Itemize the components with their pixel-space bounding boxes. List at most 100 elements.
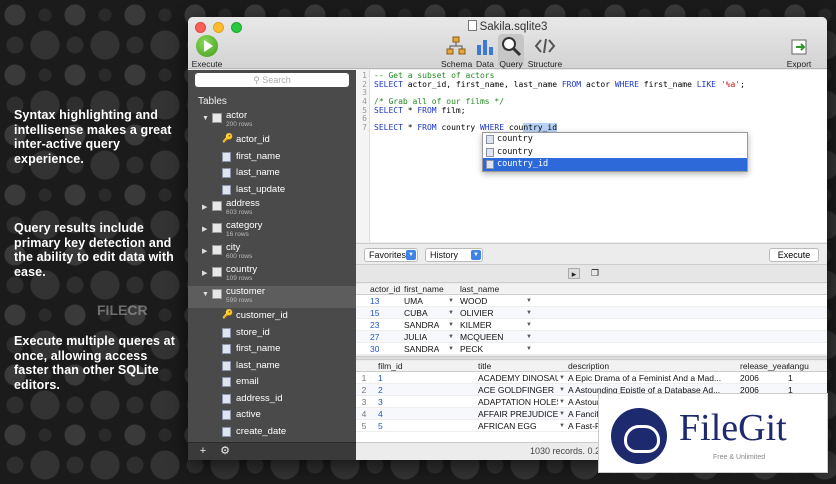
chevron-down-icon[interactable]: ▼ (448, 331, 454, 343)
table-cell[interactable]: 1 (788, 372, 818, 384)
table-cell[interactable]: 27 (370, 331, 379, 343)
table-cell[interactable]: 5 (378, 420, 468, 432)
code-line[interactable]: SELECT * FROM film; (374, 106, 745, 116)
chevron-down-icon[interactable]: ▼ (526, 331, 532, 343)
table-row[interactable]: 27 JULIA MCQUEEN ▼ ▼ (356, 331, 827, 343)
sql-code[interactable]: -- Get a subset of actors SELECT actor_id… (374, 70, 745, 133)
table-cell[interactable]: 23 (370, 319, 379, 331)
table-row[interactable]: 23 SANDRA KILMER ▼ ▼ (356, 319, 827, 331)
structure-toolbar-button[interactable]: Structure (526, 35, 564, 69)
column-item-last_name[interactable]: last_name (188, 358, 356, 375)
copy-icon[interactable]: ❐ (589, 268, 601, 279)
sidebar-search-input[interactable]: ⚲ Search (195, 73, 349, 87)
results-splitter[interactable] (356, 356, 827, 360)
add-table-button[interactable]: + (194, 445, 212, 458)
table-cell[interactable]: ADAPTATION HOLES (478, 396, 558, 408)
table-cell[interactable]: KILMER (460, 319, 492, 331)
run-icon[interactable]: ▸ (568, 268, 580, 279)
chevron-down-icon[interactable]: ▼ (559, 408, 565, 420)
disclosure-open-icon[interactable]: ▼ (202, 291, 209, 298)
sql-editor[interactable]: 1234567 -- Get a subset of actors SELECT … (356, 70, 827, 242)
table-cell[interactable]: 2 (378, 384, 468, 396)
schema-toolbar-button[interactable]: Schema (441, 35, 472, 69)
table-cell[interactable]: JULIA (404, 331, 427, 343)
gear-icon[interactable]: ⚙ (216, 445, 234, 458)
table-cell[interactable]: WOOD (460, 295, 487, 307)
column-header[interactable]: first_name (404, 284, 444, 295)
table-item-city[interactable]: ▶ city 600 rows (188, 242, 356, 264)
export-toolbar-button[interactable]: Export (784, 35, 814, 69)
column-header[interactable]: actor_id (370, 284, 400, 295)
column-header[interactable]: title (478, 361, 491, 372)
table-cell[interactable]: PECK (460, 343, 483, 355)
column-item-active[interactable]: active (188, 407, 356, 424)
chevron-down-icon[interactable]: ▼ (526, 319, 532, 331)
chevron-down-icon[interactable]: ▼ (559, 420, 565, 432)
column-item-customer_id[interactable]: 🔑 customer_id (188, 308, 356, 325)
table-cell[interactable]: 2006 (740, 372, 784, 384)
favorites-dropdown[interactable]: Favorites ▼ (364, 248, 418, 262)
chevron-down-icon[interactable]: ▼ (526, 343, 532, 355)
column-item-first_name[interactable]: first_name (188, 149, 356, 166)
autocomplete-item[interactable]: country (483, 146, 747, 159)
table-cell[interactable]: OLIVIER (460, 307, 494, 319)
table-item-category[interactable]: ▶ category 16 rows (188, 220, 356, 242)
data-toolbar-button[interactable]: Data (474, 35, 496, 69)
table-cell[interactable]: ACADEMY DINOSAUR (478, 372, 558, 384)
table-item-country[interactable]: ▶ country 109 rows (188, 264, 356, 286)
column-item-create_date[interactable]: create_date (188, 424, 356, 441)
table-cell[interactable]: AFRICAN EGG (478, 420, 558, 432)
table-item-address[interactable]: ▶ address 603 rows (188, 198, 356, 220)
table-cell[interactable]: 4 (378, 408, 468, 420)
table-cell[interactable]: CUBA (404, 307, 428, 319)
chevron-down-icon[interactable]: ▼ (526, 307, 532, 319)
column-header[interactable]: last_name (460, 284, 499, 295)
disclosure-closed-icon[interactable]: ▶ (202, 269, 207, 277)
table-cell[interactable]: SANDRA (404, 343, 439, 355)
table-cell[interactable]: 3 (378, 396, 468, 408)
table-row[interactable]: 15 CUBA OLIVIER ▼ ▼ (356, 307, 827, 319)
table-row[interactable]: 30 SANDRA PECK ▼ ▼ (356, 343, 827, 355)
table-cell[interactable]: 13 (370, 295, 379, 307)
column-item-address_id[interactable]: address_id (188, 391, 356, 408)
history-dropdown[interactable]: History ▼ (425, 248, 483, 262)
autocomplete-item-selected[interactable]: country_id (483, 158, 747, 171)
table-cell[interactable]: 15 (370, 307, 379, 319)
table-cell[interactable]: MCQUEEN (460, 331, 503, 343)
table-row[interactable]: 1 1 ACADEMY DINOSAUR A Epic Drama of a Femi… (356, 372, 827, 384)
query-toolbar-button[interactable]: Query (498, 34, 524, 69)
column-item-store_id[interactable]: store_id (188, 325, 356, 342)
disclosure-closed-icon[interactable]: ▶ (202, 203, 207, 211)
code-line[interactable]: SELECT actor_id, first_name, last_name F… (374, 80, 745, 90)
execute-toolbar-button[interactable]: Execute (190, 35, 224, 69)
table-cell[interactable]: 30 (370, 343, 379, 355)
chevron-down-icon[interactable]: ▼ (559, 384, 565, 396)
disclosure-open-icon[interactable]: ▼ (202, 115, 209, 122)
table-cell[interactable]: A Epic Drama of a Feminist And a Mad... (568, 372, 736, 384)
table-cell[interactable]: AFFAIR PREJUDICE (478, 408, 558, 420)
column-header[interactable]: description (568, 361, 609, 372)
column-item-last_update[interactable]: last_update (188, 182, 356, 199)
chevron-down-icon[interactable]: ▼ (559, 372, 565, 384)
column-item-email[interactable]: email (188, 374, 356, 391)
table-row[interactable]: 13 UMA WOOD ▼ ▼ (356, 295, 827, 307)
column-header[interactable]: langu (788, 361, 809, 372)
column-item-last_name[interactable]: last_name (188, 165, 356, 182)
disclosure-closed-icon[interactable]: ▶ (202, 225, 207, 233)
table-cell[interactable]: SANDRA (404, 319, 439, 331)
chevron-down-icon[interactable]: ▼ (448, 307, 454, 319)
table-cell[interactable]: UMA (404, 295, 423, 307)
chevron-down-icon[interactable]: ▼ (559, 396, 565, 408)
disclosure-closed-icon[interactable]: ▶ (202, 247, 207, 255)
table-cell[interactable]: 1 (378, 372, 468, 384)
column-item-first_name[interactable]: first_name (188, 341, 356, 358)
table-item-actor[interactable]: ▼ actor 200 rows (188, 110, 356, 132)
execute-button[interactable]: Execute (769, 248, 819, 262)
chevron-down-icon[interactable]: ▼ (448, 295, 454, 307)
column-header[interactable]: release_year (740, 361, 789, 372)
table-item-customer[interactable]: ▼ customer 599 rows (188, 286, 356, 308)
chevron-down-icon[interactable]: ▼ (448, 343, 454, 355)
chevron-down-icon[interactable]: ▼ (448, 319, 454, 331)
column-item-actor_id[interactable]: 🔑 actor_id (188, 132, 356, 149)
table-cell[interactable]: ACE GOLDFINGER (478, 384, 558, 396)
